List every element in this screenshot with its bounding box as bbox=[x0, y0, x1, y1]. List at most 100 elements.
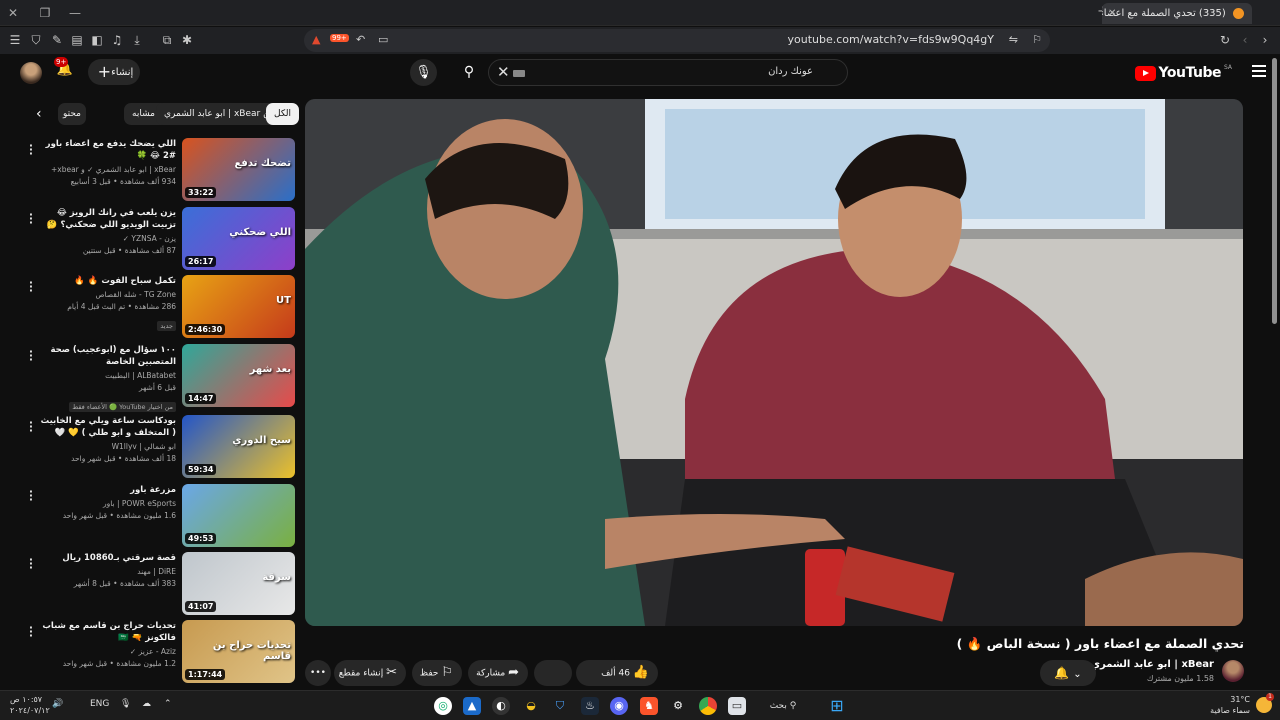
recommendation-item[interactable]: بعد شهر 14:47 ١٠٠ سؤال مع (ابوعجيب) صحة ال… bbox=[18, 344, 298, 412]
recommendation-item[interactable]: 49:53 مزرعة باور POWR eSports | باور 1.6 مل… bbox=[18, 484, 298, 548]
video-thumbnail[interactable]: سيح الدوري 59:34 bbox=[182, 415, 295, 478]
more-vertical-icon[interactable]: · · · bbox=[28, 417, 34, 436]
discord-icon[interactable]: ◉ bbox=[610, 697, 628, 715]
dislike-button[interactable] bbox=[534, 660, 572, 686]
recommendation-title[interactable]: تكمل سباح الفوت 🔥 🔥 bbox=[34, 275, 176, 287]
like-icon[interactable]: 👍 bbox=[633, 665, 649, 680]
hamburger-menu-icon[interactable] bbox=[1252, 65, 1266, 77]
language-indicator[interactable]: ENG bbox=[90, 699, 109, 709]
mic-icon[interactable]: 🎙 bbox=[120, 699, 131, 709]
share-button[interactable]: ➦ مشاركة bbox=[468, 660, 528, 686]
recommendation-channel[interactable]: ابو شمالي | W1llyv bbox=[34, 441, 176, 453]
bookmark-icon[interactable]: ⚐ bbox=[1032, 33, 1042, 46]
video-thumbnail[interactable]: بعد شهر 14:47 bbox=[182, 344, 295, 407]
brave-rewards-icon[interactable]: ▲ bbox=[312, 33, 320, 46]
app-icon-shield[interactable]: ⛉ bbox=[551, 697, 569, 715]
subscribed-button[interactable]: 🔔 ⌄ bbox=[1040, 660, 1096, 686]
search-button[interactable]: ⚲ bbox=[452, 59, 486, 86]
more-actions-button[interactable]: ••• bbox=[305, 660, 331, 686]
recommendation-channel[interactable]: Aziz - عزيز ✓ bbox=[34, 646, 176, 658]
channel-name[interactable]: xBear | ابو عابد الشمري ✔ bbox=[1079, 659, 1214, 670]
screenshot-icon[interactable]: ⧉ bbox=[160, 33, 174, 47]
video-player[interactable] bbox=[305, 99, 1243, 626]
video-thumbnail[interactable]: 49:53 bbox=[182, 484, 295, 547]
close-tab-icon[interactable]: ✕ bbox=[1108, 3, 1116, 24]
volume-icon[interactable]: 🔊 bbox=[52, 699, 63, 709]
maximize-window-icon[interactable]: ❐ bbox=[36, 4, 54, 22]
more-vertical-icon[interactable]: · · · bbox=[28, 140, 34, 159]
video-thumbnail[interactable]: تحديات حراج بن قاسم 1:17:44 bbox=[182, 620, 295, 683]
paint-icon[interactable]: ✎ bbox=[50, 33, 64, 47]
sidebar-icon[interactable]: ◧ bbox=[90, 33, 104, 47]
brave-icon[interactable]: ♞ bbox=[640, 697, 658, 715]
recommendation-channel[interactable]: TG Zone - شله القصاص bbox=[34, 289, 176, 301]
youtube-logo[interactable]: YouTube SA bbox=[1134, 64, 1232, 82]
like-dislike-button[interactable]: 👍 46 ألف 👎 bbox=[545, 660, 658, 686]
recommendation-channel[interactable]: يزن - YZNSA ✓ bbox=[34, 233, 176, 245]
recommendation-channel[interactable]: POWR eSports | باور bbox=[34, 498, 176, 510]
recommendation-title[interactable]: اللي يضحك يدفع مع اعضاء باور #2 😂 🍀 bbox=[34, 138, 176, 162]
create-button[interactable]: +إنشاء bbox=[88, 59, 140, 85]
video-thumbnail[interactable]: سرقة 41:07 bbox=[182, 552, 295, 615]
settings-icon[interactable]: ⚙ bbox=[669, 697, 687, 715]
cast-icon[interactable]: ▭ bbox=[378, 33, 388, 46]
more-vertical-icon[interactable]: · · · bbox=[28, 346, 34, 365]
recommendation-channel[interactable]: DiRE | مهند bbox=[34, 566, 176, 578]
back-icon[interactable]: › bbox=[1258, 33, 1272, 47]
reload-icon[interactable]: ↻ bbox=[1218, 33, 1232, 47]
more-vertical-icon[interactable]: · · · bbox=[28, 486, 34, 505]
chip-all[interactable]: الكل bbox=[266, 103, 300, 125]
minimize-window-icon[interactable]: — bbox=[66, 4, 84, 22]
recommendation-title[interactable]: يزن يلعب في رانك الرويز 😂 تزبيت الويديو … bbox=[34, 207, 176, 231]
weather-widget[interactable]: 31°C سماء صافية bbox=[1210, 694, 1250, 716]
more-vertical-icon[interactable]: · · · bbox=[28, 554, 34, 573]
voice-search-button[interactable]: 🎙 bbox=[410, 59, 437, 86]
extensions-icon[interactable]: ✱ bbox=[180, 33, 194, 47]
more-vertical-icon[interactable]: · · · bbox=[28, 277, 34, 296]
taskbar-search[interactable]: ⚲ بحث bbox=[752, 695, 814, 717]
download-icon[interactable]: ⤓ bbox=[130, 33, 144, 47]
account-avatar[interactable] bbox=[20, 62, 42, 84]
clear-search-icon[interactable]: ✕ bbox=[497, 63, 510, 81]
steam-icon[interactable]: ♨ bbox=[581, 697, 599, 715]
chip-more[interactable]: محتو bbox=[58, 103, 86, 125]
chevron-left-icon[interactable]: ‹ bbox=[36, 103, 50, 125]
video-thumbnail[interactable]: اللي ضحكني 26:17 bbox=[182, 207, 295, 270]
overwolf-icon[interactable]: ◎ bbox=[434, 697, 452, 715]
chrome-icon[interactable] bbox=[699, 697, 717, 715]
translate-icon[interactable]: ↶ bbox=[356, 33, 365, 46]
recommendation-item[interactable]: سيح الدوري 59:34 بودكاست ساعة ويلي مع الخا… bbox=[18, 415, 298, 479]
video-thumbnail[interactable]: UT 2:46:30 bbox=[182, 275, 295, 338]
page-scrollbar[interactable] bbox=[1272, 58, 1277, 324]
clip-button[interactable]: ✂ إنشاء مقطع bbox=[334, 660, 406, 686]
share-url-icon[interactable]: ⇋ bbox=[1009, 33, 1018, 46]
browser-tab[interactable]: (335) تحدي الصملة مع اعضاء ✕ bbox=[1102, 3, 1252, 24]
save-button[interactable]: ⚐ حفظ bbox=[412, 660, 462, 686]
recommendation-title[interactable]: ١٠٠ سؤال مع (ابوعجيب) صحة المتصبين الخاص… bbox=[34, 344, 176, 368]
recommendation-item[interactable]: تضحك تدفع 33:22 اللي يضحك يدفع مع اعضاء با… bbox=[18, 138, 298, 202]
music-icon[interactable]: ♫ bbox=[110, 33, 124, 47]
network-icon[interactable]: ☁ bbox=[142, 699, 151, 709]
recommendation-title[interactable]: قصة سرقتي بـ10860 ريال bbox=[34, 552, 176, 564]
file-explorer-icon[interactable]: ▭ bbox=[728, 697, 746, 715]
brave-shield-icon[interactable]: 99+ bbox=[330, 34, 349, 42]
keyboard-icon[interactable] bbox=[513, 70, 525, 77]
app-icon-gray[interactable]: ◐ bbox=[492, 697, 510, 715]
chevron-up-icon[interactable]: ⌃ bbox=[164, 699, 172, 709]
video-thumbnail[interactable]: تضحك تدفع 33:22 bbox=[182, 138, 295, 201]
recommendation-title[interactable]: تحديات حراج بن قاسم مع شباب فالكونز 🔫 🇸🇦 bbox=[34, 620, 176, 644]
clock[interactable]: ١٠:٥٧ ص ٢٠٢٤/٠٧/١٢ bbox=[10, 694, 50, 716]
recommendation-item[interactable]: اللي ضحكني 26:17 يزن يلعب في رانك الرويز 😂… bbox=[18, 207, 298, 271]
reader-icon[interactable]: ▤ bbox=[70, 33, 84, 47]
shield-icon[interactable]: ⛉ bbox=[29, 33, 43, 47]
channel-avatar[interactable] bbox=[1222, 660, 1244, 682]
app-icon-blue[interactable]: ▲ bbox=[463, 697, 481, 715]
recommendation-channel[interactable]: ALBatabet | البطبيت bbox=[34, 370, 176, 382]
recommendation-item[interactable]: UT 2:46:30 تكمل سباح الفوت 🔥 🔥 TG Zone - شل… bbox=[18, 275, 298, 339]
forward-icon[interactable]: ‹ bbox=[1238, 33, 1252, 47]
more-vertical-icon[interactable]: · · · bbox=[28, 622, 34, 641]
more-vertical-icon[interactable]: · · · bbox=[28, 209, 34, 228]
recommendation-title[interactable]: مزرعة باور bbox=[34, 484, 176, 496]
recommendation-title[interactable]: بودكاست ساعة ويلي مع الخابيث ( المتخلف و… bbox=[34, 415, 176, 439]
app-icon-yellow[interactable]: ◒ bbox=[522, 697, 540, 715]
